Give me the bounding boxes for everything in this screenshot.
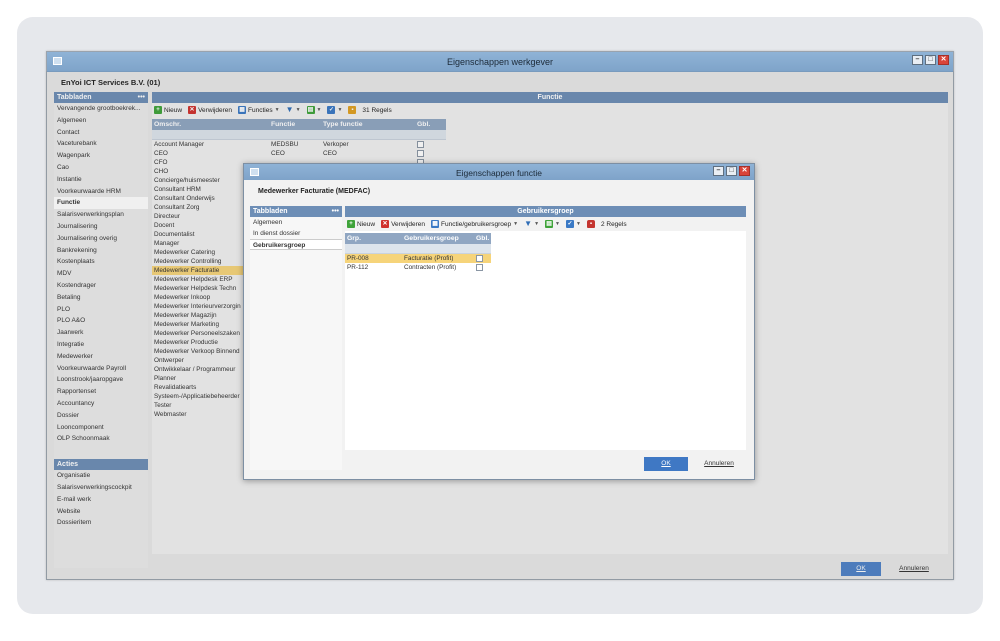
tab-item[interactable]: Gebruikersgroep: [250, 239, 342, 250]
functie-gebruikersgroep-button[interactable]: ▦ Functie/gebruikersgroep ▼: [431, 220, 518, 228]
close-icon[interactable]: ✕: [938, 55, 949, 65]
cell-gebruikersgroep: Facturatie (Profit): [404, 255, 454, 262]
dialog-cancel-button[interactable]: Annuleren: [694, 457, 744, 471]
dialog-tab-panel: Tabbladen ••• Algemeen In dienst dossier G…: [250, 206, 342, 470]
main-window-title: Eigenschappen werkgever: [446, 57, 554, 67]
delete-icon: ✕: [381, 220, 390, 228]
minimize-icon[interactable]: –: [912, 55, 923, 65]
cell-gebruikersgroep: Contracten (Profit): [404, 264, 457, 271]
main-titlebar[interactable]: Eigenschappen werkgever – □ ✕: [47, 52, 953, 72]
chevron-down-icon: ▼: [555, 221, 560, 227]
checkbox-icon: ✓: [566, 220, 574, 228]
grid-icon: ▦: [431, 220, 440, 228]
chevron-down-icon: ▼: [576, 221, 581, 227]
close-icon[interactable]: ✕: [739, 166, 750, 176]
dialog-tabbladen-header: Tabbladen •••: [250, 206, 342, 217]
lock-button[interactable]: ▪: [586, 220, 595, 228]
filter-button[interactable]: ▼ ▼: [524, 220, 539, 228]
export-button[interactable]: ▤ ▼: [545, 220, 560, 228]
table-row[interactable]: PR-112 Contracten (Profit): [345, 263, 491, 272]
gebruikersgroep-grid: Grp. Gebruikersgroep Gbl. PR-008 Facturat…: [345, 233, 491, 272]
delete-button[interactable]: ✕ Verwijderen: [381, 220, 425, 228]
functie-dialog: Eigenschappen functie – □ ✕ Medewerker F…: [243, 163, 755, 480]
lock-icon: ▪: [586, 220, 595, 228]
chevron-down-icon: ▼: [534, 221, 540, 227]
column-header-gebruikersgroep[interactable]: Gebruikersgroep: [402, 233, 473, 244]
plus-icon: +: [347, 220, 355, 228]
filter-icon: ▼: [524, 219, 533, 228]
gebruikersgroep-panel-title: Gebruikersgroep: [345, 206, 746, 217]
dialog-titlebar[interactable]: Eigenschappen functie – □ ✕: [244, 164, 754, 180]
cell-grp: PR-008: [347, 255, 369, 262]
dialog-ok-button[interactable]: OK: [644, 457, 688, 471]
window-controls: – □ ✕: [912, 55, 949, 65]
column-header-gbl[interactable]: Gbl.: [473, 233, 491, 244]
dialog-window-controls: – □ ✕: [713, 166, 750, 176]
row-count: 2 Regels: [600, 220, 627, 228]
chevron-down-icon: ▼: [513, 221, 519, 227]
table-row[interactable]: PR-008 Facturatie (Profit): [345, 254, 491, 263]
check-button[interactable]: ✓ ▼: [566, 220, 581, 228]
minimize-icon[interactable]: –: [713, 166, 724, 176]
export-icon: ▤: [545, 220, 554, 228]
checkbox[interactable]: [476, 263, 483, 271]
tab-item[interactable]: Algemeen: [250, 217, 342, 228]
maximize-icon[interactable]: □: [726, 166, 737, 176]
cell-gbl: [473, 263, 491, 272]
tab-item[interactable]: In dienst dossier: [250, 228, 342, 239]
checkbox[interactable]: [476, 254, 483, 262]
dialog-toolbar: + Nieuw ✕ Verwijderen ▦ Functie/gebruikersg…: [345, 217, 746, 231]
column-header-grp[interactable]: Grp.: [345, 233, 402, 244]
cell-gbl: [473, 254, 491, 263]
more-icon[interactable]: •••: [332, 208, 339, 215]
new-button[interactable]: + Nieuw: [347, 220, 375, 228]
maximize-icon[interactable]: □: [925, 55, 936, 65]
grid-filter-row[interactable]: [345, 244, 491, 254]
dialog-title: Eigenschappen functie: [455, 168, 542, 178]
cell-grp: PR-112: [347, 264, 369, 271]
grid-header: Grp. Gebruikersgroep Gbl.: [345, 233, 491, 244]
gebruikersgroep-panel: Gebruikersgroep + Nieuw ✕ Verwijderen ▦ Fun…: [345, 206, 746, 450]
dialog-heading: Medewerker Facturatie (MEDFAC): [258, 188, 371, 195]
